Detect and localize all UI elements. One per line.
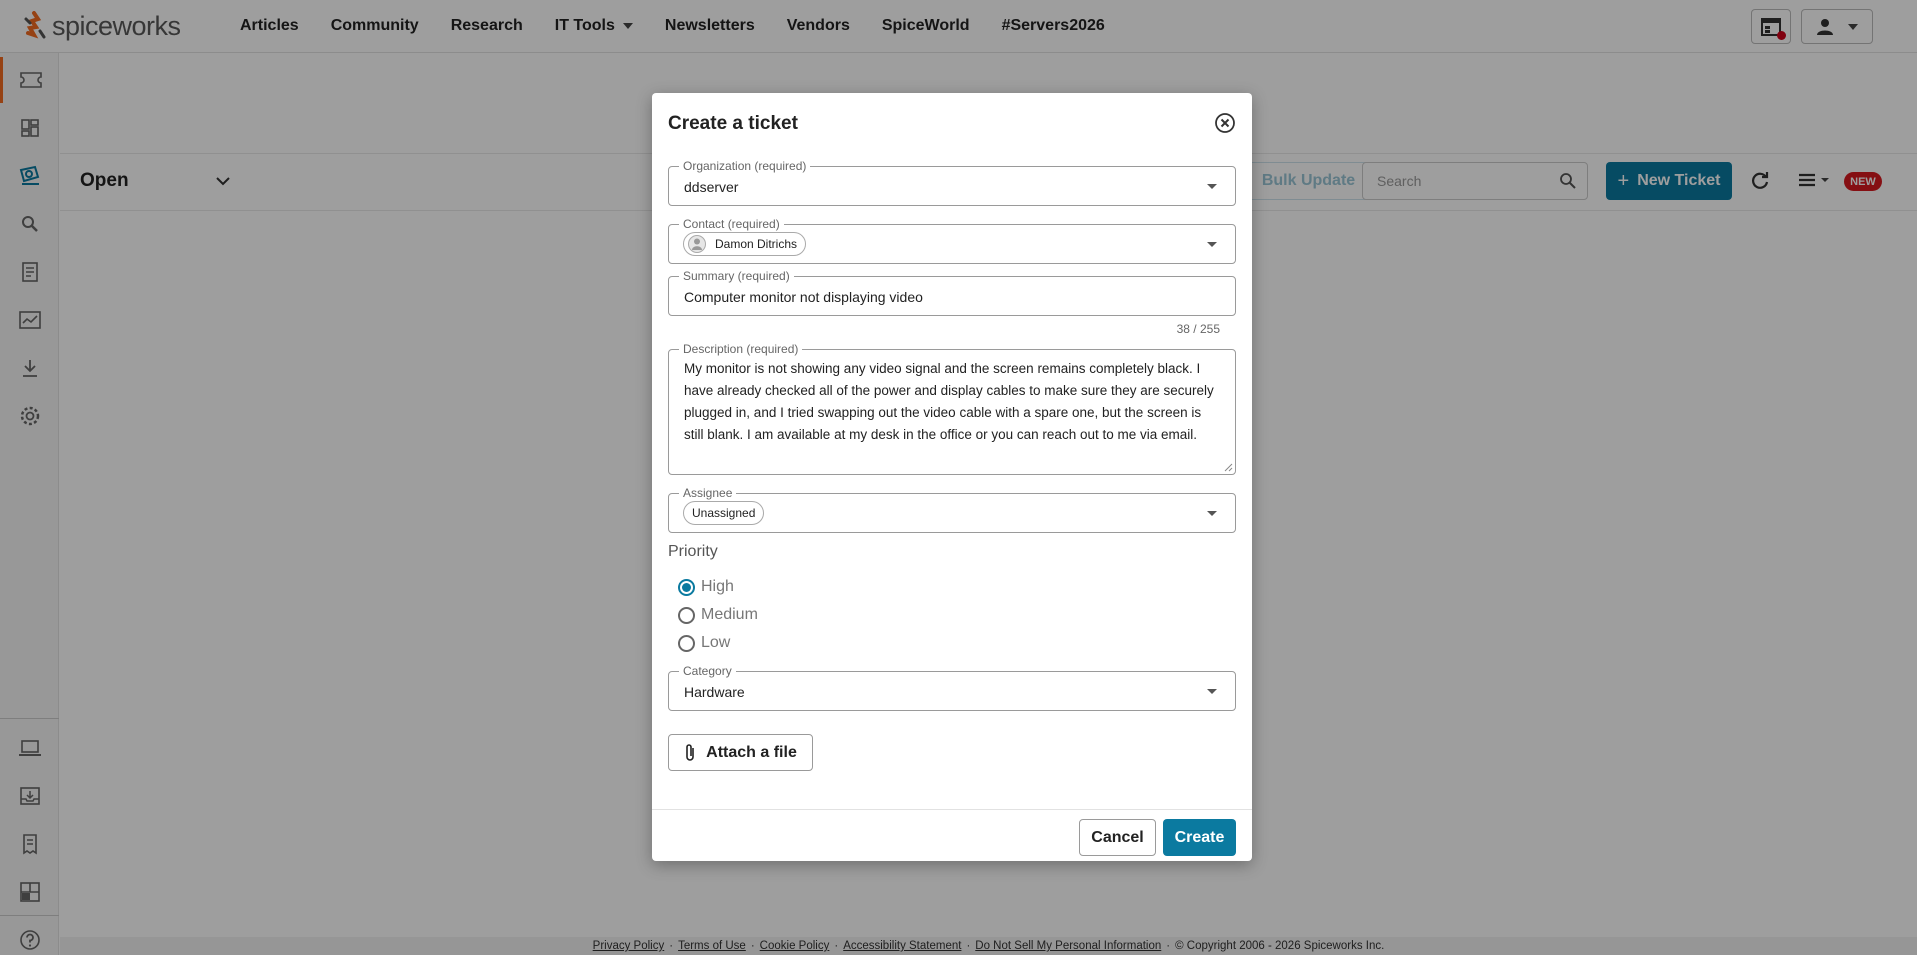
summary-label: Summary (required) bbox=[679, 269, 794, 283]
caret-down-icon bbox=[1207, 511, 1217, 516]
organization-label: Organization (required) bbox=[679, 159, 811, 173]
description-textarea[interactable]: Description (required) My monitor is not… bbox=[668, 342, 1236, 475]
priority-option-medium[interactable]: Medium bbox=[678, 606, 758, 624]
category-select[interactable]: Category Hardware bbox=[668, 664, 1236, 711]
resize-handle-icon[interactable] bbox=[1224, 463, 1233, 472]
paperclip-icon bbox=[686, 743, 694, 761]
description-label: Description (required) bbox=[679, 342, 803, 356]
caret-down-icon bbox=[1207, 184, 1217, 189]
create-button[interactable]: Create bbox=[1163, 819, 1236, 856]
caret-down-icon bbox=[1207, 689, 1217, 694]
priority-option-high[interactable]: High bbox=[678, 578, 734, 596]
attach-file-button[interactable]: Attach a file bbox=[668, 734, 813, 771]
modal-title: Create a ticket bbox=[668, 113, 798, 134]
contact-value: Damon Ditrichs bbox=[715, 237, 798, 251]
person-icon bbox=[692, 238, 702, 250]
summary-char-counter: 38 / 255 bbox=[1176, 322, 1220, 336]
assignee-chip[interactable]: Unassigned bbox=[683, 501, 765, 525]
priority-option-label: Medium bbox=[701, 606, 758, 623]
summary-value: Computer monitor not displaying video bbox=[684, 289, 923, 305]
organization-value: ddserver bbox=[684, 179, 739, 195]
attach-file-label: Attach a file bbox=[706, 743, 797, 761]
cancel-button[interactable]: Cancel bbox=[1079, 819, 1156, 856]
avatar bbox=[688, 235, 706, 253]
radio-checked-icon[interactable] bbox=[678, 578, 695, 596]
priority-option-label: High bbox=[701, 578, 734, 595]
category-label: Category bbox=[679, 664, 736, 678]
radio-unchecked-icon[interactable] bbox=[678, 634, 695, 652]
contact-label: Contact (required) bbox=[679, 217, 784, 231]
category-value: Hardware bbox=[684, 684, 745, 700]
assignee-select[interactable]: Assignee Unassigned bbox=[668, 486, 1236, 533]
contact-select[interactable]: Contact (required) Damon Ditrichs bbox=[668, 217, 1236, 264]
radio-unchecked-icon[interactable] bbox=[678, 606, 695, 624]
assignee-value: Unassigned bbox=[692, 506, 756, 520]
contact-chip[interactable]: Damon Ditrichs bbox=[683, 232, 807, 256]
caret-down-icon bbox=[1207, 242, 1217, 247]
create-ticket-modal: Create a ticket Organization (required) … bbox=[652, 93, 1252, 861]
priority-label: Priority bbox=[668, 543, 718, 560]
organization-select[interactable]: Organization (required) ddserver bbox=[668, 159, 1236, 206]
assignee-label: Assignee bbox=[679, 486, 737, 500]
modal-footer-divider bbox=[652, 809, 1252, 810]
description-value: My monitor is not showing any video sign… bbox=[684, 361, 1214, 442]
close-icon[interactable] bbox=[1214, 112, 1236, 134]
priority-option-low[interactable]: Low bbox=[678, 634, 730, 652]
summary-input[interactable]: Summary (required) Computer monitor not … bbox=[668, 269, 1236, 316]
priority-option-label: Low bbox=[701, 634, 731, 651]
